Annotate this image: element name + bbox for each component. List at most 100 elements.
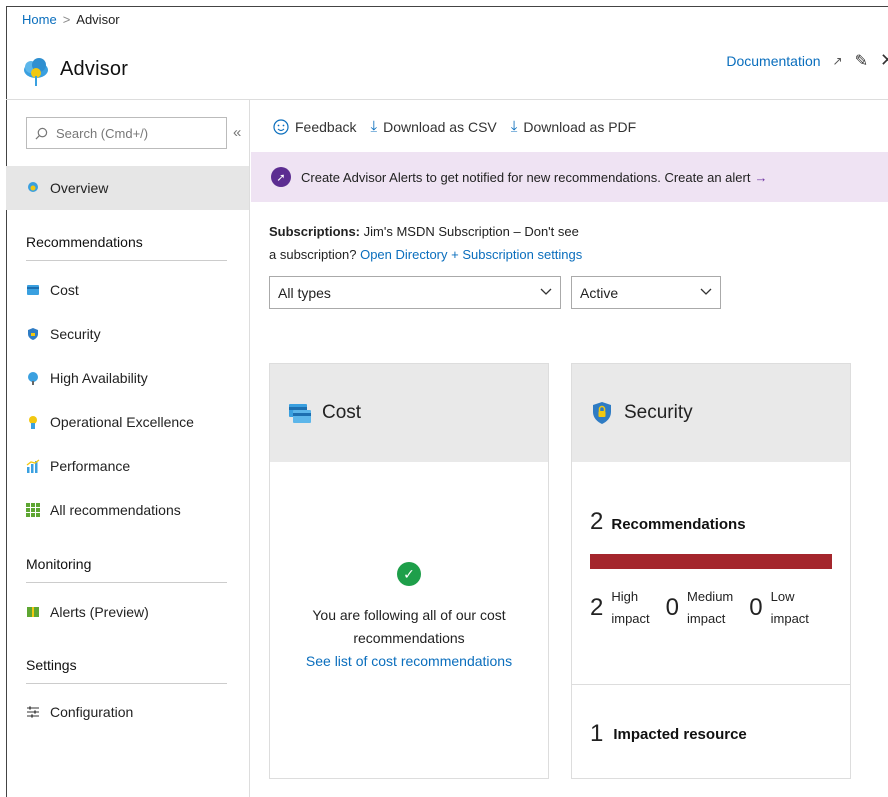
sidebar-item-label: Alerts (Preview) bbox=[50, 604, 149, 620]
status-filter-value: Active bbox=[580, 284, 619, 301]
subscriptions-label: Subscriptions: bbox=[269, 224, 361, 239]
sidebar-item-overview[interactable]: Overview bbox=[6, 166, 249, 210]
cost-icon bbox=[27, 285, 39, 295]
recommendations-count: 2 bbox=[590, 508, 604, 535]
sidebar-item-configuration[interactable]: Configuration bbox=[6, 690, 249, 734]
sidebar-item-label: Security bbox=[50, 326, 101, 342]
shield-icon bbox=[593, 402, 611, 424]
window-top-border bbox=[6, 6, 888, 7]
cost-icon bbox=[289, 404, 311, 423]
sidebar-item-cost[interactable]: Cost bbox=[6, 268, 249, 312]
page-title: Advisor bbox=[60, 57, 129, 80]
recommendations-label: Recommendations bbox=[611, 516, 746, 533]
advisor-logo-icon bbox=[24, 58, 48, 86]
cost-card-title: Cost bbox=[322, 402, 362, 423]
breadcrumb-home[interactable]: Home bbox=[22, 12, 57, 27]
impact-label: impact bbox=[687, 611, 726, 626]
performance-icon bbox=[26, 459, 40, 473]
impacted-resource-count: 1 bbox=[590, 720, 604, 747]
collapse-sidebar-button[interactable]: « bbox=[233, 124, 241, 141]
download-icon: ⤓ bbox=[370, 118, 378, 135]
sidebar-item-alerts[interactable]: Alerts (Preview) bbox=[6, 590, 249, 634]
smiley-icon bbox=[273, 118, 289, 135]
cost-recommendations-link[interactable]: See list of cost recommendations bbox=[270, 650, 548, 673]
subscription-settings-link[interactable]: Open Directory + Subscription settings bbox=[360, 247, 582, 262]
checkmark-icon: ✓ bbox=[397, 562, 421, 586]
impacted-resources: 1 Impacted resource bbox=[590, 720, 747, 748]
medium-impact: 0 Medium impact bbox=[666, 586, 734, 630]
sidebar-item-high-availability[interactable]: High Availability bbox=[6, 356, 249, 400]
overview-icon bbox=[28, 182, 38, 192]
alerts-icon bbox=[27, 607, 39, 617]
subscriptions-info: Subscriptions: Jim's MSDN Subscription –… bbox=[269, 220, 589, 266]
cost-message-line2: recommendations bbox=[353, 630, 465, 646]
sidebar-item-performance[interactable]: Performance bbox=[6, 444, 249, 488]
sidebar-item-all-recommendations[interactable]: All recommendations bbox=[6, 488, 249, 532]
impact-bar bbox=[590, 554, 832, 569]
type-filter-dropdown[interactable]: All types bbox=[269, 276, 561, 309]
sidebar-item-security[interactable]: Security bbox=[6, 312, 249, 356]
search-icon bbox=[35, 127, 48, 139]
cost-card-header: Cost bbox=[270, 364, 548, 462]
sidebar-item-label: Cost bbox=[50, 282, 79, 298]
section-monitoring: Monitoring bbox=[26, 556, 227, 583]
feedback-label: Feedback bbox=[295, 118, 357, 135]
breadcrumb-current: Advisor bbox=[76, 12, 120, 27]
chevron-down-icon bbox=[540, 288, 552, 295]
feedback-button[interactable]: Feedback bbox=[273, 119, 356, 135]
high-impact: 2 High impact bbox=[590, 586, 650, 630]
breadcrumb-separator: > bbox=[62, 12, 71, 27]
close-icon[interactable]: ✕ bbox=[880, 50, 888, 71]
operational-excellence-icon bbox=[29, 416, 37, 429]
main-content: Feedback ⤓ Download as CSV ⤓ Download as… bbox=[251, 100, 888, 797]
medium-impact-label: Medium bbox=[687, 589, 734, 604]
high-impact-bar-fill bbox=[590, 554, 832, 569]
configuration-icon bbox=[27, 706, 39, 718]
section-recommendations: Recommendations bbox=[26, 234, 227, 261]
security-card-title: Security bbox=[624, 402, 693, 423]
banner-arrow: → bbox=[754, 169, 768, 185]
cost-card[interactable]: Cost ✓ You are following all of our cost… bbox=[269, 363, 549, 779]
cost-message-line1: You are following all of our cost bbox=[312, 607, 506, 623]
rocket-icon: ➚ bbox=[271, 167, 291, 187]
impact-label: impact bbox=[611, 611, 650, 626]
low-impact-count: 0 bbox=[749, 594, 763, 621]
sidebar-item-label: High Availability bbox=[50, 370, 148, 386]
security-card[interactable]: Security 2 Recommendations 2 High impact … bbox=[571, 363, 851, 779]
download-csv-label: Download as CSV bbox=[383, 118, 497, 135]
pin-icon[interactable]: ✎ bbox=[855, 51, 868, 71]
grid-icon bbox=[26, 503, 40, 517]
high-availability-icon bbox=[28, 372, 38, 385]
sidebar-item-label: Performance bbox=[50, 458, 131, 474]
blade-header: Advisor Documentation ↗ ✎ ✕ bbox=[22, 44, 888, 94]
search-placeholder: Search (Cmd+/) bbox=[56, 125, 149, 141]
banner-text: Create Advisor Alerts to get notified fo… bbox=[301, 169, 751, 185]
card-divider bbox=[572, 684, 850, 685]
external-link-icon: ↗ bbox=[832, 53, 843, 68]
high-impact-count: 2 bbox=[590, 594, 604, 621]
download-icon: ⤓ bbox=[510, 118, 518, 135]
chevron-down-icon bbox=[700, 288, 712, 295]
breadcrumb: Home > Advisor bbox=[22, 12, 120, 27]
sidebar-item-operational-excellence[interactable]: Operational Excellence bbox=[6, 400, 249, 444]
create-alert-banner[interactable]: ➚ Create Advisor Alerts to get notified … bbox=[251, 152, 888, 202]
download-pdf-button[interactable]: ⤓ Download as PDF bbox=[511, 118, 636, 135]
documentation-link[interactable]: Documentation bbox=[726, 53, 820, 69]
impact-breakdown: 2 High impact 0 Medium impact 0 Low impact bbox=[590, 586, 825, 630]
sidebar: Search (Cmd+/) « Overview Recommendation… bbox=[6, 100, 250, 797]
impact-label: impact bbox=[770, 611, 809, 626]
type-filter-value: All types bbox=[278, 284, 331, 301]
sidebar-item-label: Configuration bbox=[50, 704, 134, 720]
medium-impact-count: 0 bbox=[665, 594, 680, 621]
search-input[interactable]: Search (Cmd+/) bbox=[26, 117, 227, 149]
sidebar-item-label: All recommendations bbox=[50, 502, 181, 518]
security-icon bbox=[28, 328, 38, 340]
high-impact-label: High bbox=[611, 589, 639, 604]
section-settings: Settings bbox=[26, 657, 227, 684]
download-csv-button[interactable]: ⤓ Download as CSV bbox=[370, 118, 496, 135]
status-filter-dropdown[interactable]: Active bbox=[571, 276, 721, 309]
toolbar: Feedback ⤓ Download as CSV ⤓ Download as… bbox=[273, 118, 636, 135]
sidebar-item-label: Operational Excellence bbox=[50, 414, 194, 430]
security-card-header: Security bbox=[572, 364, 850, 462]
sidebar-item-label: Overview bbox=[50, 180, 109, 196]
